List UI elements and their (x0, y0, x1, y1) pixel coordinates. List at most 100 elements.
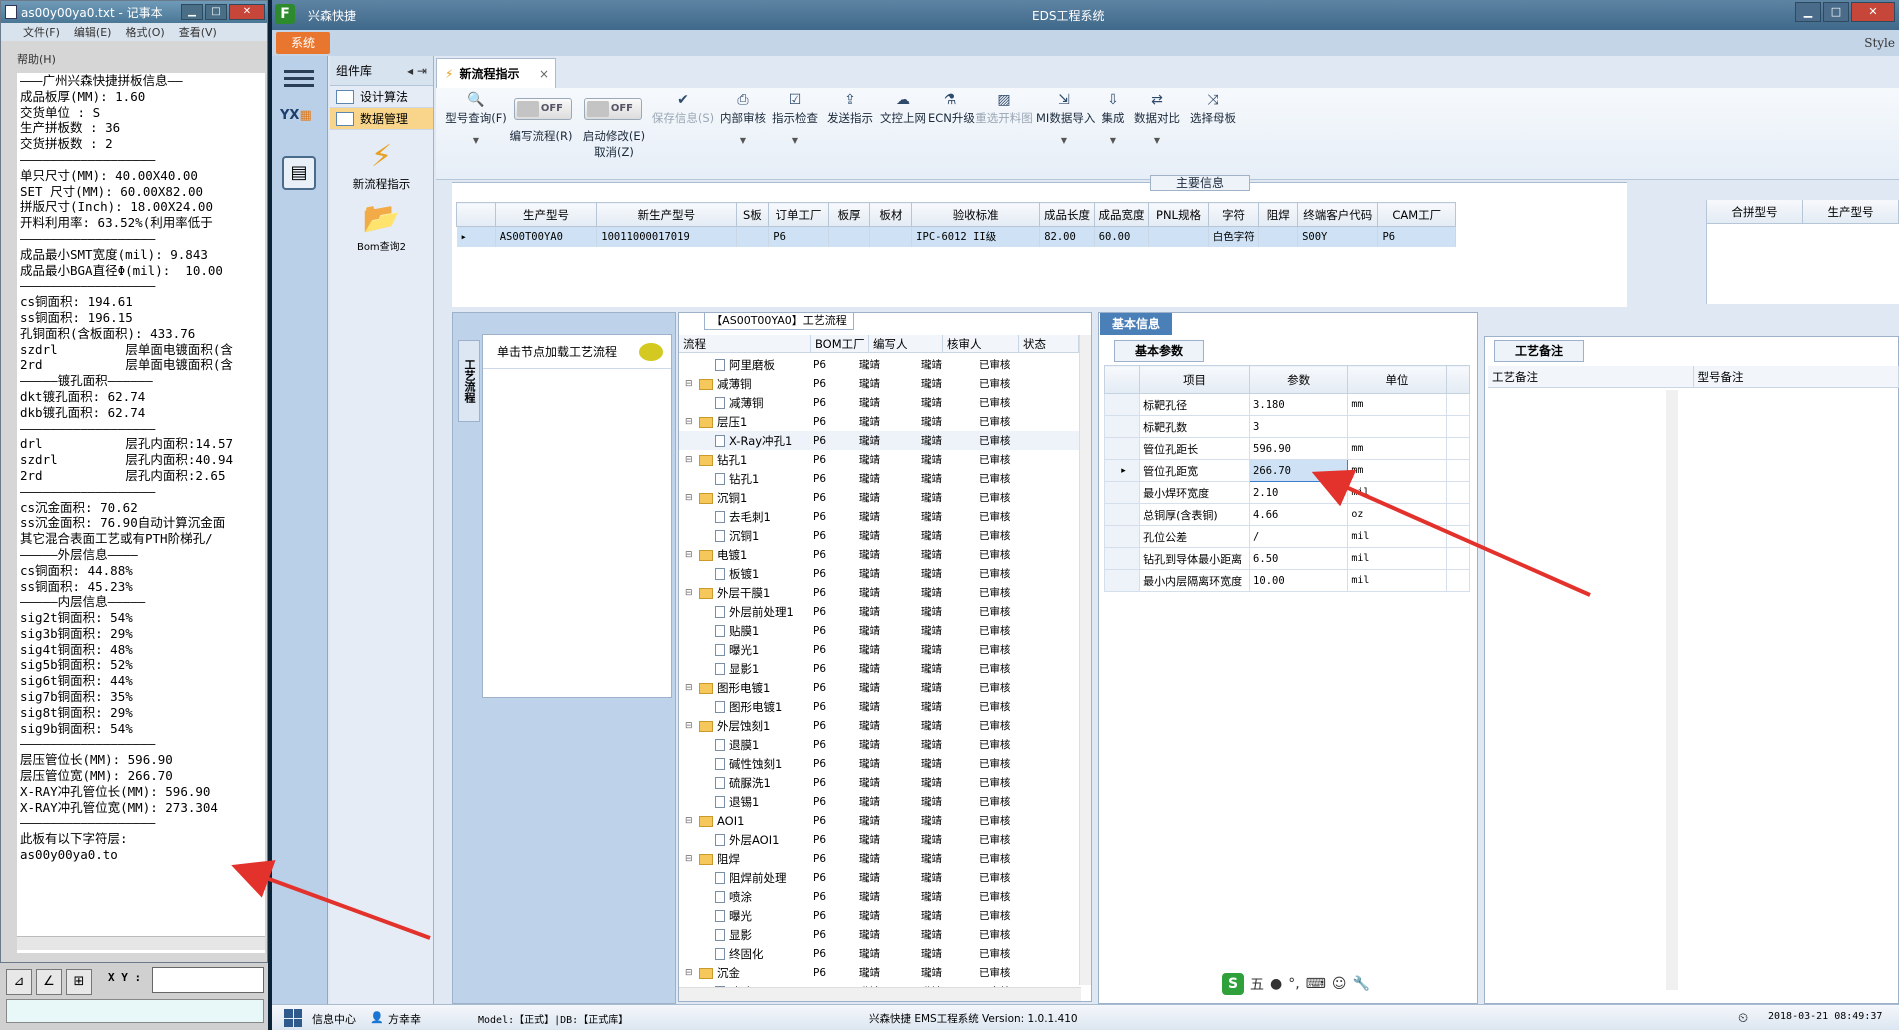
row-selector-icon[interactable]: ▸ (456, 226, 496, 247)
row-selector[interactable] (1103, 525, 1141, 548)
xy-input[interactable] (152, 967, 264, 993)
table-cell[interactable]: IPC-6012 II级 (911, 226, 1041, 247)
tree-row[interactable]: 曝光 P6 瓏靖 瓏靖 已审核 (679, 906, 1079, 925)
param-row[interactable]: 标靶孔径 3.180 mm (1103, 393, 1471, 416)
close-icon[interactable]: ✕ (1851, 2, 1895, 22)
column-header[interactable]: 字符 (1207, 202, 1260, 227)
tree-node[interactable]: 外层蚀刻1 (699, 718, 809, 734)
column-header[interactable]: 生产型号 (494, 202, 598, 227)
collapse-icon[interactable]: ⊟ (685, 721, 693, 731)
collapse-icon[interactable]: ⊟ (685, 455, 693, 465)
menu-format[interactable]: 格式(O) (125, 24, 164, 40)
tree-row[interactable]: 阿里磨板 P6 瓏靖 瓏靖 已审核 (679, 355, 1079, 374)
row-selector[interactable] (1103, 547, 1141, 570)
dropdown-arrow-icon[interactable]: ▼ (1036, 136, 1092, 145)
measure-icon[interactable]: ⊿ (6, 969, 32, 995)
tree-node[interactable]: 贴膜1 (715, 623, 809, 639)
table-cell[interactable] (828, 226, 871, 247)
table-cell[interactable] (1148, 226, 1209, 247)
row-selector[interactable] (1103, 437, 1141, 460)
column-header[interactable]: 参数 (1249, 365, 1349, 394)
tree-node[interactable]: 碱性蚀刻1 (715, 756, 809, 772)
param-value[interactable]: 266.70 (1249, 459, 1349, 482)
toolbar-button-0[interactable]: 🔍 型号查询(F) ▼ (444, 92, 508, 145)
table-cell[interactable]: P6 (768, 226, 829, 247)
column-header[interactable]: 成品宽度 (1093, 202, 1150, 227)
tab-basic-info[interactable]: 基本信息 (1100, 313, 1172, 335)
tree-node[interactable]: 阻焊 (699, 851, 809, 867)
sogou-ime-icon[interactable]: S (1222, 973, 1244, 995)
tree-node[interactable]: 退膜1 (715, 737, 809, 753)
table-cell[interactable]: P6 (1377, 226, 1456, 247)
minimize-icon[interactable]: ▁ (181, 4, 203, 20)
grid-icon[interactable]: ⊞ (66, 969, 92, 995)
tree-row[interactable]: ⊟ 图形电镀1 P6 瓏靖 瓏靖 已审核 (679, 678, 1079, 697)
param-row[interactable]: 最小焊环宽度 2.10 mil (1103, 481, 1471, 504)
tree-node[interactable]: 曝光 (715, 908, 809, 924)
start-icon[interactable] (284, 1009, 302, 1027)
column-header[interactable]: S板 (735, 202, 770, 227)
tree-row[interactable]: ⊟ AOI1 P6 瓏靖 瓏靖 已审核 (679, 811, 1079, 830)
column-header[interactable]: 新生产型号 (596, 202, 737, 227)
tree-row[interactable]: 图形电镀1 P6 瓏靖 瓏靖 已审核 (679, 697, 1079, 716)
tree-row[interactable]: 钻孔1 P6 瓏靖 瓏靖 已审核 (679, 469, 1079, 488)
calculator-icon[interactable]: ▤ (282, 156, 316, 190)
column-header[interactable]: 合拼型号 (1707, 200, 1803, 223)
column-header[interactable]: CAM工厂 (1377, 202, 1456, 227)
tree-row[interactable]: 贴膜1 P6 瓏靖 瓏靖 已审核 (679, 621, 1079, 640)
collapse-icon[interactable]: ⊟ (685, 968, 693, 978)
ime-mode[interactable]: 五 (1250, 974, 1264, 994)
tree-row[interactable]: ⊟ 外层蚀刻1 P6 瓏靖 瓏靖 已审核 (679, 716, 1079, 735)
collapse-icon[interactable]: ⊟ (685, 550, 693, 560)
toolbar-button-1[interactable]: OFF 编写流程(R) (508, 92, 574, 144)
tree-node[interactable]: 硫脲洗1 (715, 775, 809, 791)
toolbar-button-5[interactable]: ☑ 指示检查 ▼ (770, 92, 820, 145)
collapse-icon[interactable]: ⊟ (685, 379, 693, 389)
tree-row[interactable]: 阻焊前处理 P6 瓏靖 瓏靖 已审核 (679, 868, 1079, 887)
tab-basic-params[interactable]: 基本参数 (1114, 340, 1204, 362)
column-header[interactable]: 板厚 (827, 202, 871, 227)
toolbar-button-13[interactable]: ⤨ 选择母板 (1186, 92, 1240, 126)
tree-node[interactable]: X-Ray冲孔1 (715, 433, 809, 449)
info-center[interactable]: 信息中心 (312, 1011, 356, 1027)
minimize-icon[interactable]: ▁ (1795, 2, 1821, 22)
column-header[interactable]: 状态 (1019, 335, 1079, 352)
angle-icon[interactable]: ∠ (36, 969, 62, 995)
tile-bom-query[interactable]: 📂 Bom查询2 (330, 200, 433, 253)
nav-item-design-algorithm[interactable]: 设计算法 (330, 86, 433, 108)
param-value[interactable]: / (1249, 525, 1349, 548)
tree-node[interactable]: 电镀1 (699, 547, 809, 563)
tree-node[interactable]: 板镀1 (715, 566, 809, 582)
column-header[interactable]: 工艺备注 (1488, 366, 1694, 387)
column-header[interactable]: 核审人 (943, 335, 1019, 352)
tree-row[interactable]: ⊟ 电镀1 P6 瓏靖 瓏靖 已审核 (679, 545, 1079, 564)
row-selector[interactable] (1103, 393, 1141, 416)
row-selector[interactable] (1103, 415, 1141, 438)
toggle-switch[interactable]: OFF (514, 98, 572, 120)
row-selector[interactable] (1103, 481, 1141, 504)
table-cell[interactable]: AS00T00YA0 (495, 226, 598, 247)
table-cell[interactable] (869, 226, 913, 247)
toolbar-button-2[interactable]: OFF 启动修改(E) 取消(Z) (578, 92, 650, 160)
nav-item-data-management[interactable]: 数据管理 (330, 108, 433, 130)
yx-module-icon[interactable]: YX▦ (280, 108, 320, 144)
table-cell[interactable]: S00Y (1297, 226, 1379, 247)
ime-toolbar[interactable]: S 五 ● °, ⌨ ☺ 🔧 (1222, 972, 1384, 996)
tree-row[interactable]: 板镀1 P6 瓏靖 瓏靖 已审核 (679, 564, 1079, 583)
param-value[interactable]: 4.66 (1249, 503, 1349, 526)
collapse-icon[interactable]: ⊟ (685, 588, 693, 598)
column-header[interactable]: 生产型号 (1803, 200, 1899, 223)
tile-new-flow[interactable]: ⚡ 新流程指示 (330, 138, 433, 192)
param-value[interactable]: 3.180 (1249, 393, 1349, 416)
notepad-text-area[interactable]: ———广州兴森快捷拼板信息—— 成品板厚(MM): 1.60 交货单位 : S 生产拼… (17, 73, 265, 953)
tree-hscrollbar[interactable] (679, 987, 1081, 1001)
tree-row[interactable]: ⊟ 沉金 P6 瓏靖 瓏靖 已审核 (679, 963, 1079, 982)
menu-edit[interactable]: 编辑(E) (74, 24, 112, 40)
tree-node[interactable]: 显影 (715, 927, 809, 943)
tree-row[interactable]: 碱性蚀刻1 P6 瓏靖 瓏靖 已审核 (679, 754, 1079, 773)
tree-row[interactable]: ⊟ 阻焊 P6 瓏靖 瓏靖 已审核 (679, 849, 1079, 868)
collapse-icon[interactable]: ⊟ (685, 854, 693, 864)
column-header[interactable]: 板材 (869, 202, 913, 227)
tree-node[interactable]: 外层干膜1 (699, 585, 809, 601)
tree-node[interactable]: AOI1 (699, 814, 809, 828)
